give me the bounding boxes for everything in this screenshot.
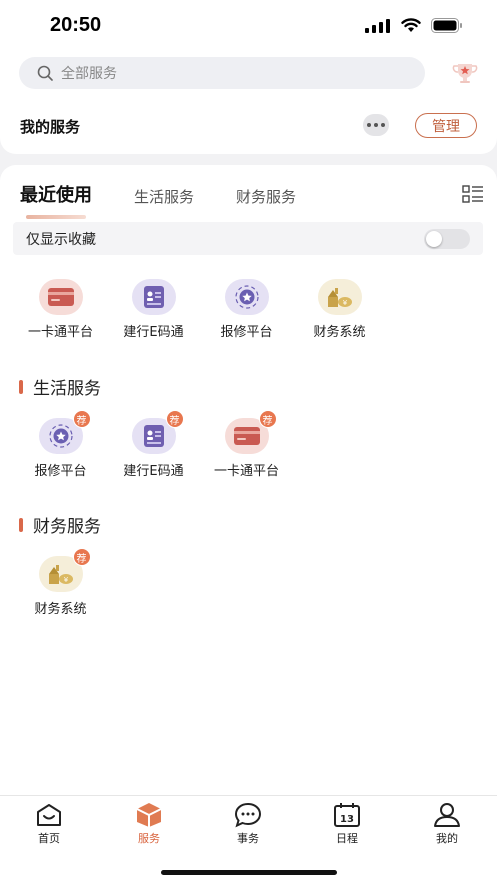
app-label: 一卡通平台 <box>213 464 279 479</box>
recommend-badge: 荐 <box>258 410 277 428</box>
id-card-icon <box>131 279 176 315</box>
dot <box>374 123 378 127</box>
section-marker <box>19 379 23 394</box>
search-icon <box>37 65 53 81</box>
app-label: 建行E码通 <box>123 464 184 479</box>
recommend-badge: 荐 <box>165 410 184 428</box>
repair-icon: 荐 <box>38 410 91 454</box>
home-indicator[interactable] <box>161 870 337 875</box>
life-services-apps: 荐 报修平台 荐 建行E码通 荐 一卡通平台 <box>14 410 293 479</box>
app-repair-platform[interactable]: 荐 报修平台 <box>14 410 107 479</box>
recommend-badge: 荐 <box>72 410 91 428</box>
service-tabs: 最近使用 生活服务 财务服务 <box>20 181 338 219</box>
section-title: 财务服务 <box>33 517 101 537</box>
tabbar-label: 日程 <box>336 832 358 845</box>
app-card-platform[interactable]: 荐 一卡通平台 <box>200 410 293 479</box>
finance-services-apps: ¥ 荐 财务系统 <box>14 548 107 617</box>
repair-icon <box>224 279 269 315</box>
status-time: 20:50 <box>50 14 102 36</box>
app-label: 财务系统 <box>34 602 87 617</box>
section-finance-services: 财务服务 <box>19 512 101 537</box>
tabbar-affairs[interactable]: 事务 <box>218 802 278 846</box>
tab-recent[interactable]: 最近使用 <box>20 181 92 219</box>
app-repair-platform[interactable]: 报修平台 <box>200 279 293 340</box>
calendar-icon: 13 <box>334 803 360 827</box>
wifi-icon <box>401 18 421 32</box>
favorites-only-label: 仅显示收藏 <box>26 231 96 248</box>
dot <box>381 123 385 127</box>
finance-icon: ¥ 荐 <box>38 548 91 592</box>
tab-finance-services[interactable]: 财务服务 <box>236 186 296 207</box>
recent-apps: 一卡通平台 建行E码通 报修平台 ¥ 财务系统 <box>14 279 386 340</box>
tabbar-label: 服务 <box>138 832 160 845</box>
tabbar-label: 我的 <box>436 832 458 845</box>
app-finance-system[interactable]: ¥ 财务系统 <box>293 279 386 340</box>
app-label: 财务系统 <box>313 325 366 340</box>
favorites-only-row: 仅显示收藏 <box>13 222 483 255</box>
tabbar-label: 事务 <box>237 832 259 845</box>
app-label: 报修平台 <box>220 325 273 340</box>
trophy-icon[interactable] <box>452 62 478 84</box>
search-placeholder: 全部服务 <box>61 66 117 82</box>
service-cube-icon <box>136 803 162 827</box>
home-icon <box>37 804 61 826</box>
tabbar-mine[interactable]: 我的 <box>417 802 477 846</box>
app-ccb-ecode[interactable]: 建行E码通 <box>107 279 200 340</box>
tab-life-services[interactable]: 生活服务 <box>134 186 194 207</box>
app-label: 报修平台 <box>34 464 87 479</box>
card-icon: 荐 <box>224 410 277 454</box>
grid-list-icon[interactable] <box>462 185 484 203</box>
top-card: 全部服务 我的服务 管理 <box>0 50 497 154</box>
app-finance-system[interactable]: ¥ 荐 财务系统 <box>14 548 107 617</box>
recommend-badge: 荐 <box>72 548 91 566</box>
signal-icon <box>365 18 390 33</box>
app-label: 一卡通平台 <box>27 325 93 340</box>
chat-icon <box>234 802 262 828</box>
user-icon <box>434 803 460 827</box>
my-service-title: 我的服务 <box>20 118 81 136</box>
more-button[interactable] <box>363 114 389 136</box>
app-label: 建行E码通 <box>123 325 184 340</box>
tabbar-schedule[interactable]: 13 日程 <box>317 802 377 846</box>
calendar-day: 13 <box>340 814 354 825</box>
app-card-platform[interactable]: 一卡通平台 <box>14 279 107 340</box>
section-life-services: 生活服务 <box>19 374 101 399</box>
finance-icon: ¥ <box>317 279 362 315</box>
section-marker <box>19 517 23 532</box>
card-icon <box>38 279 83 315</box>
search-input[interactable]: 全部服务 <box>19 57 425 89</box>
dot <box>367 123 371 127</box>
tabbar-label: 首页 <box>38 832 60 845</box>
favorites-toggle[interactable] <box>424 229 470 249</box>
tabbar-home[interactable]: 首页 <box>19 802 79 846</box>
tabbar-services[interactable]: 服务 <box>119 802 179 846</box>
status-icons <box>365 18 463 33</box>
id-card-icon: 荐 <box>131 410 184 454</box>
app-ccb-ecode[interactable]: 荐 建行E码通 <box>107 410 200 479</box>
status-bar: 20:50 <box>0 0 497 50</box>
battery-icon <box>431 18 462 33</box>
svg-text:¥: ¥ <box>63 576 68 584</box>
section-title: 生活服务 <box>33 379 101 399</box>
service-panel: 最近使用 生活服务 财务服务 仅显示收藏 一卡通平台 建行E码通 报修平台 ¥ … <box>0 165 497 795</box>
manage-button[interactable]: 管理 <box>415 113 477 138</box>
svg-text:¥: ¥ <box>342 299 347 307</box>
